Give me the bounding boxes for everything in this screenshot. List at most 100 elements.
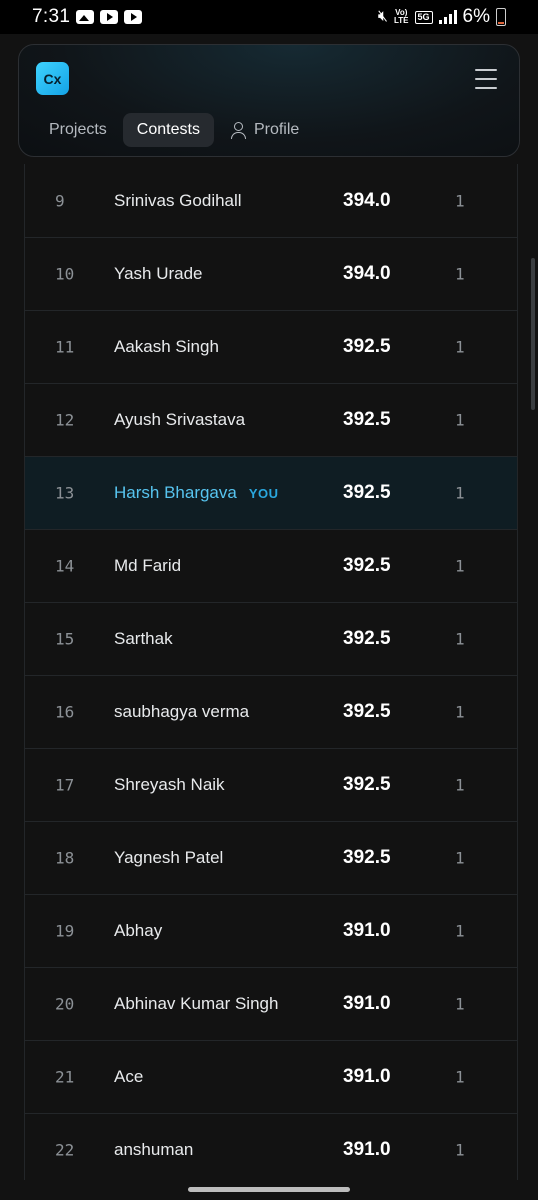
row-solved-count: 1 <box>455 848 465 868</box>
row-name: Sarthak <box>114 629 173 649</box>
row-rank: 9 <box>55 191 65 210</box>
row-name: Abhinav Kumar Singh <box>114 994 278 1014</box>
row-score: 392.5 <box>343 555 391 576</box>
row-solved-count: 1 <box>455 775 465 795</box>
row-name-text: Sarthak <box>114 629 173 648</box>
row-score: 392.5 <box>343 336 391 357</box>
row-rank: 21 <box>55 1067 75 1087</box>
row-rank: 17 <box>55 775 75 795</box>
row-score: 392.5 <box>343 628 391 649</box>
row-name: Yagnesh Patel <box>114 848 223 868</box>
leaderboard-row[interactable]: 17 Shreyash Naik 392.5 1 <box>25 748 517 821</box>
youtube-notification-icon-2 <box>124 10 143 24</box>
row-name-text: Yash Urade <box>114 264 203 283</box>
row-solved-count: 1 <box>455 1067 465 1087</box>
signal-icon <box>438 10 457 24</box>
row-score: 391.0 <box>343 1139 391 1160</box>
row-name-text: Yagnesh Patel <box>114 848 224 867</box>
row-score: 391.0 <box>343 920 391 941</box>
status-time: 7:31 <box>32 6 71 27</box>
row-rank: 18 <box>55 848 75 868</box>
leaderboard-row[interactable]: 11 Aakash Singh 392.5 1 <box>25 310 517 383</box>
row-solved-count: 1 <box>455 994 465 1014</box>
row-score: 392.5 <box>343 409 391 430</box>
row-solved-count: 1 <box>455 702 465 722</box>
row-solved-count: 1 <box>455 483 465 503</box>
row-name: Harsh Bhargava YOU <box>114 483 279 503</box>
row-score: 392.5 <box>343 847 391 868</box>
leaderboard-row[interactable]: 14 Md Farid 392.5 1 <box>25 529 517 602</box>
leaderboard-row[interactable]: 22 anshuman 391.0 1 <box>25 1113 517 1186</box>
tab-profile[interactable]: Profile <box>220 113 309 147</box>
row-name-text: Abhinav Kumar Singh <box>114 994 279 1013</box>
gallery-notification-icon <box>76 10 95 24</box>
volte-indicator: Vo) LTE <box>394 9 409 25</box>
leaderboard-row[interactable]: 12 Ayush Srivastava 392.5 1 <box>25 383 517 456</box>
tab-projects[interactable]: Projects <box>39 113 117 147</box>
row-name: Srinivas Godihall <box>114 191 242 211</box>
row-name: Md Farid <box>114 556 181 576</box>
row-name: Abhay <box>114 921 162 941</box>
row-name-text: Md Farid <box>114 556 182 575</box>
row-rank: 13 <box>55 483 75 503</box>
row-solved-count: 1 <box>455 410 465 430</box>
leaderboard-row-current-user[interactable]: 13 Harsh Bhargava YOU 392.5 1 <box>25 456 517 529</box>
row-solved-count: 1 <box>455 1140 465 1160</box>
volte-bottom: LTE <box>394 16 409 25</box>
leaderboard-row[interactable]: 20 Abhinav Kumar Singh 391.0 1 <box>25 967 517 1040</box>
user-icon <box>230 122 246 139</box>
home-gesture-bar[interactable] <box>188 1187 350 1192</box>
row-score: 391.0 <box>343 993 391 1014</box>
leaderboard-row[interactable]: 10 Yash Urade 394.0 1 <box>25 237 517 310</box>
row-name-text: Shreyash Naik <box>114 775 225 794</box>
app-logo[interactable]: Cx <box>36 62 69 95</box>
tab-projects-label: Projects <box>49 121 107 138</box>
scrollbar-thumb[interactable] <box>531 258 535 410</box>
row-rank: 15 <box>55 629 75 649</box>
row-name: Shreyash Naik <box>114 775 225 795</box>
row-rank: 19 <box>55 921 75 941</box>
leaderboard-row[interactable]: 16 saubhagya verma 392.5 1 <box>25 675 517 748</box>
row-rank: 12 <box>55 410 75 430</box>
row-rank: 14 <box>55 556 75 576</box>
row-solved-count: 1 <box>455 337 465 357</box>
row-solved-count: 1 <box>455 629 465 649</box>
row-name-text: Harsh Bhargava <box>114 483 237 502</box>
leaderboard-table: 9 Srinivas Godihall 394.0 1 10 Yash Urade 394.… <box>24 164 518 1186</box>
hamburger-menu-icon[interactable] <box>475 69 497 89</box>
leaderboard-row[interactable]: 18 Yagnesh Patel 392.5 1 <box>25 821 517 894</box>
leaderboard-row[interactable]: 19 Abhay 391.0 1 <box>25 894 517 967</box>
row-name: Ayush Srivastava <box>114 410 245 430</box>
mute-icon: 🔇︎ <box>377 8 388 25</box>
leaderboard-row[interactable]: 15 Sarthak 392.5 1 <box>25 602 517 675</box>
leaderboard-row[interactable]: 9 Srinivas Godihall 394.0 1 <box>25 164 517 237</box>
youtube-notification-icon <box>100 10 119 24</box>
network-type: 5G <box>414 10 433 24</box>
row-name: Yash Urade <box>114 264 203 284</box>
row-score: 394.0 <box>343 263 391 284</box>
row-rank: 16 <box>55 702 75 722</box>
row-name-text: Aakash Singh <box>114 337 219 356</box>
row-score: 392.5 <box>343 482 391 503</box>
row-rank: 11 <box>55 337 75 357</box>
app-navbar: Cx Projects Contests Profile <box>18 44 520 157</box>
scrollbar-track[interactable] <box>530 34 536 1180</box>
status-bar: 7:31 🔇︎ Vo) LTE 5G 6% <box>0 0 538 34</box>
row-name-text: saubhagya verma <box>114 702 250 721</box>
row-name-text: Ace <box>114 1067 144 1086</box>
row-name-text: Srinivas Godihall <box>114 190 242 210</box>
row-name-text: Ayush Srivastava <box>114 410 246 429</box>
tab-contests[interactable]: Contests <box>122 113 214 147</box>
tab-profile-label: Profile <box>253 121 300 138</box>
leaderboard-row[interactable]: 21 Ace 391.0 1 <box>25 1040 517 1113</box>
tab-contests-label: Contests <box>136 121 200 138</box>
battery-icon <box>496 8 506 26</box>
row-score: 391.0 <box>343 1066 391 1087</box>
nav-tabs: Projects Contests Profile <box>39 113 309 147</box>
row-solved-count: 1 <box>455 921 465 941</box>
row-name: anshuman <box>114 1140 193 1160</box>
row-rank: 22 <box>55 1140 75 1160</box>
row-solved-count: 1 <box>455 556 465 576</box>
battery-percent: 6% <box>462 6 490 27</box>
status-left: 7:31 <box>32 6 143 28</box>
